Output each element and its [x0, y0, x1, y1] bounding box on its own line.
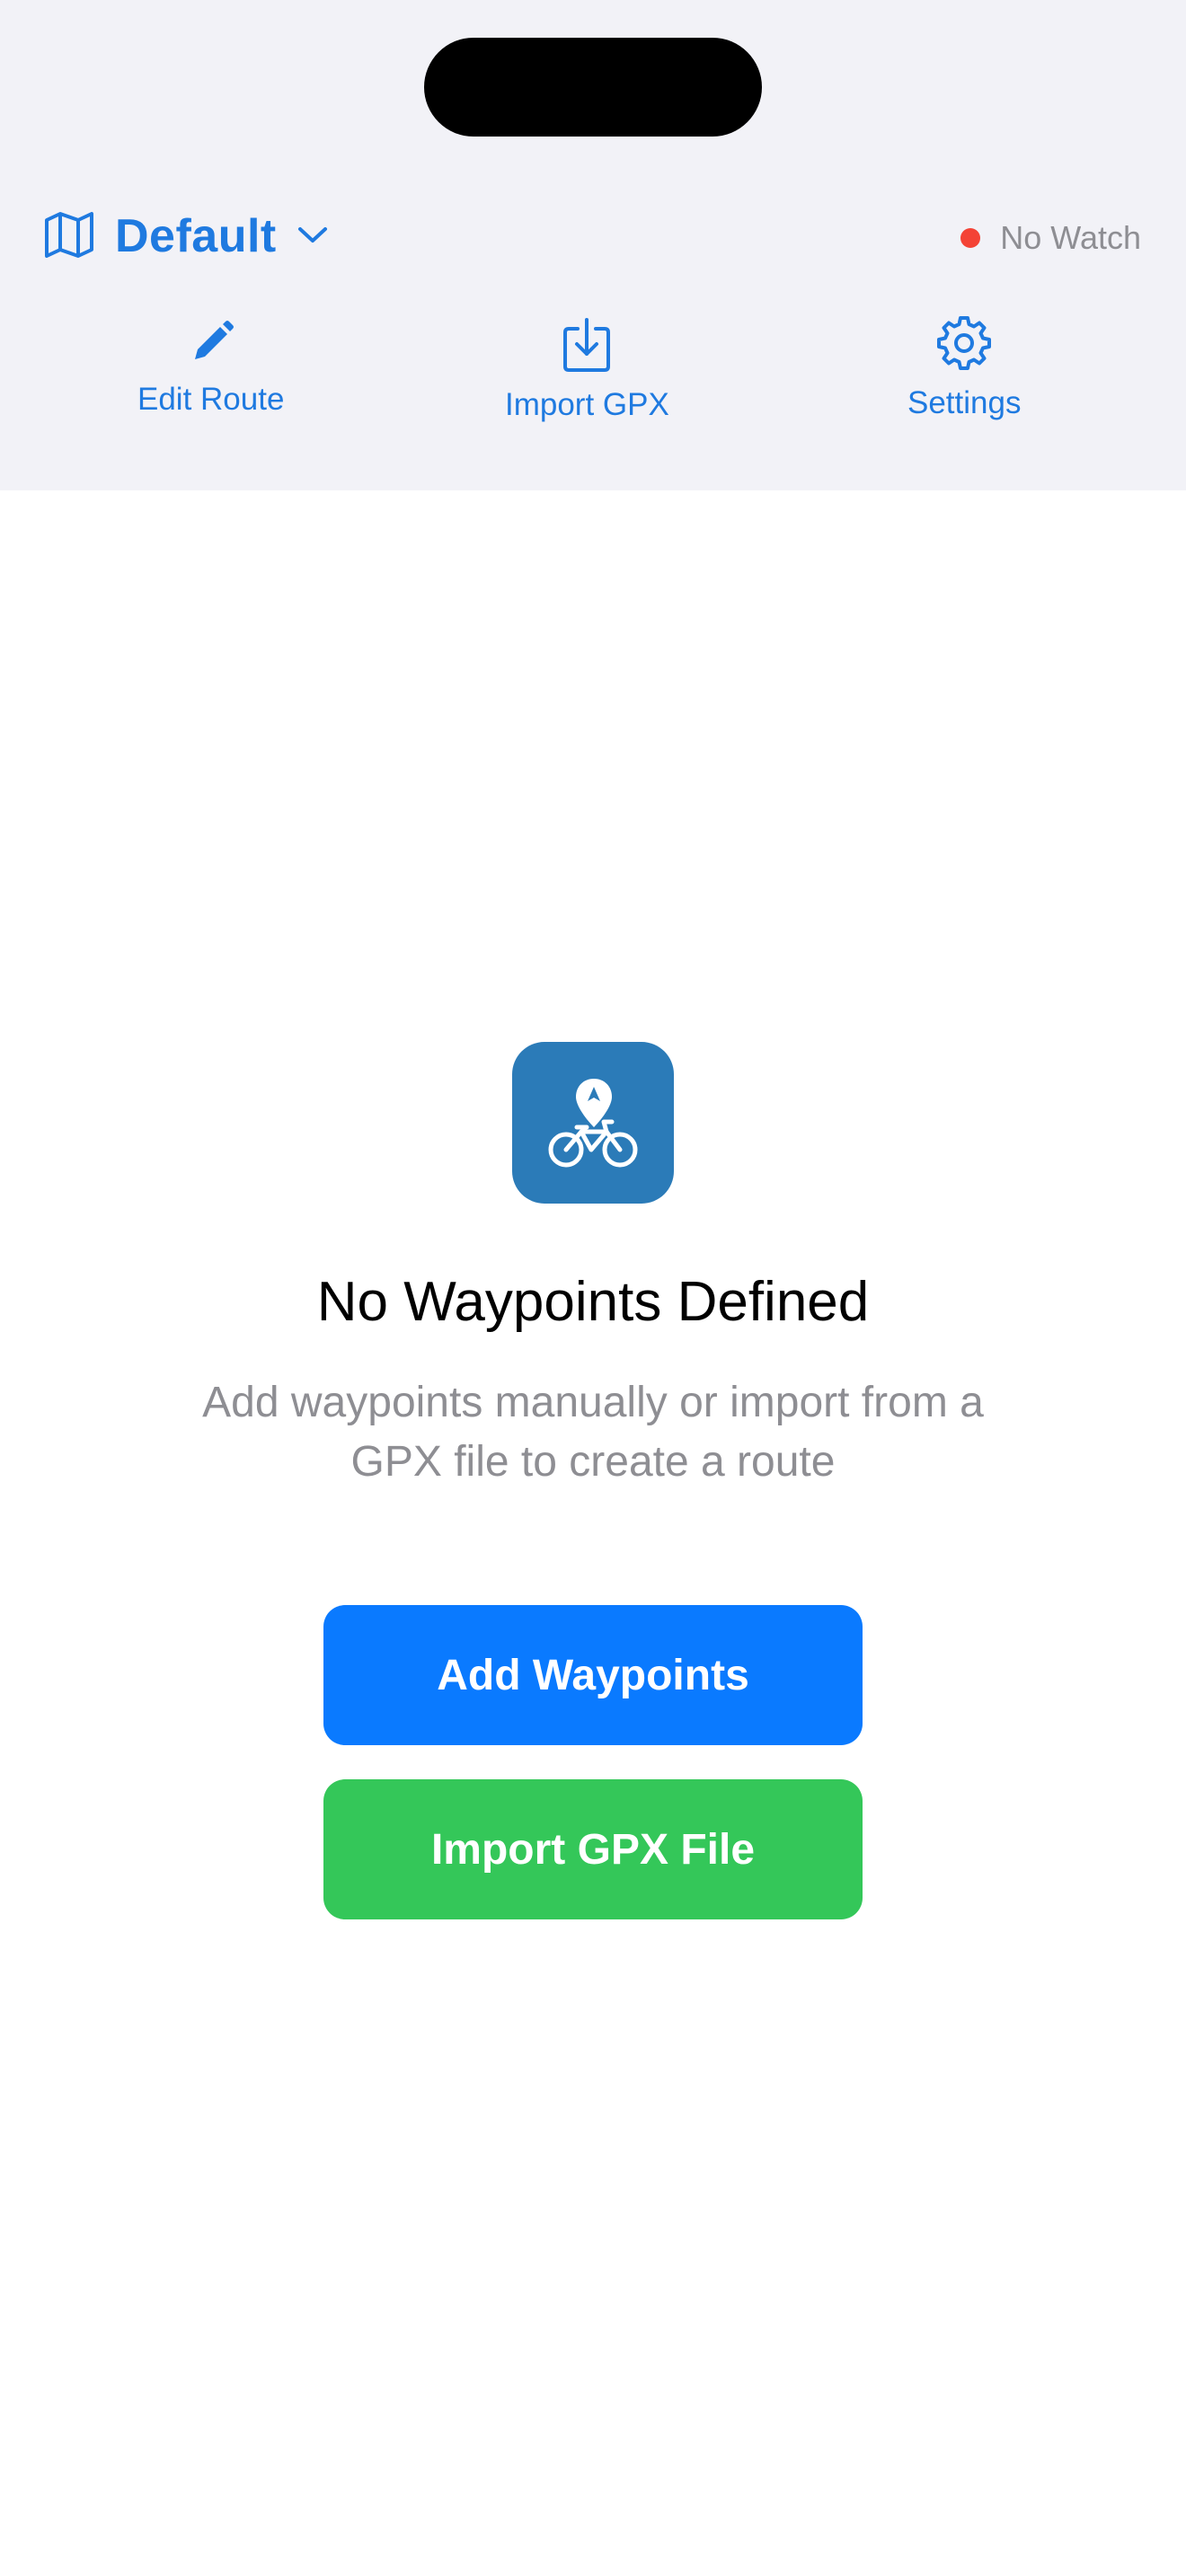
download-tray-icon: [560, 316, 614, 378]
gear-icon: [935, 314, 993, 376]
import-gpx-button[interactable]: Import GPX: [505, 316, 669, 423]
bicycle-location-icon: [512, 1042, 674, 1204]
settings-button[interactable]: Settings: [907, 314, 1021, 421]
route-name: Default: [115, 210, 277, 262]
empty-state-title: No Waypoints Defined: [316, 1271, 870, 1333]
import-gpx-label: Import GPX: [505, 387, 669, 422]
pencil-icon: [186, 318, 236, 373]
empty-state-description: Add waypoints manually or import from a …: [202, 1379, 984, 1486]
chevron-down-icon: [296, 224, 329, 250]
dynamic-island: [424, 38, 762, 137]
status-dot: [960, 228, 981, 248]
map-icon: [43, 211, 95, 262]
settings-label: Settings: [907, 385, 1022, 420]
add-waypoints-button[interactable]: Add Waypoints: [323, 1605, 863, 1745]
header-bar: Default No Watch Edit Route Import GPX S…: [0, 0, 1186, 490]
watch-status: No Watch: [960, 216, 1141, 260]
empty-state: No Waypoints Defined Add waypoints manua…: [0, 1042, 1186, 1919]
edit-route-label: Edit Route: [137, 382, 285, 417]
route-selector-button[interactable]: Default: [43, 205, 329, 268]
import-gpx-file-button[interactable]: Import GPX File: [323, 1779, 863, 1919]
watch-status-label: No Watch: [1000, 219, 1141, 256]
edit-route-button[interactable]: Edit Route: [137, 318, 284, 418]
